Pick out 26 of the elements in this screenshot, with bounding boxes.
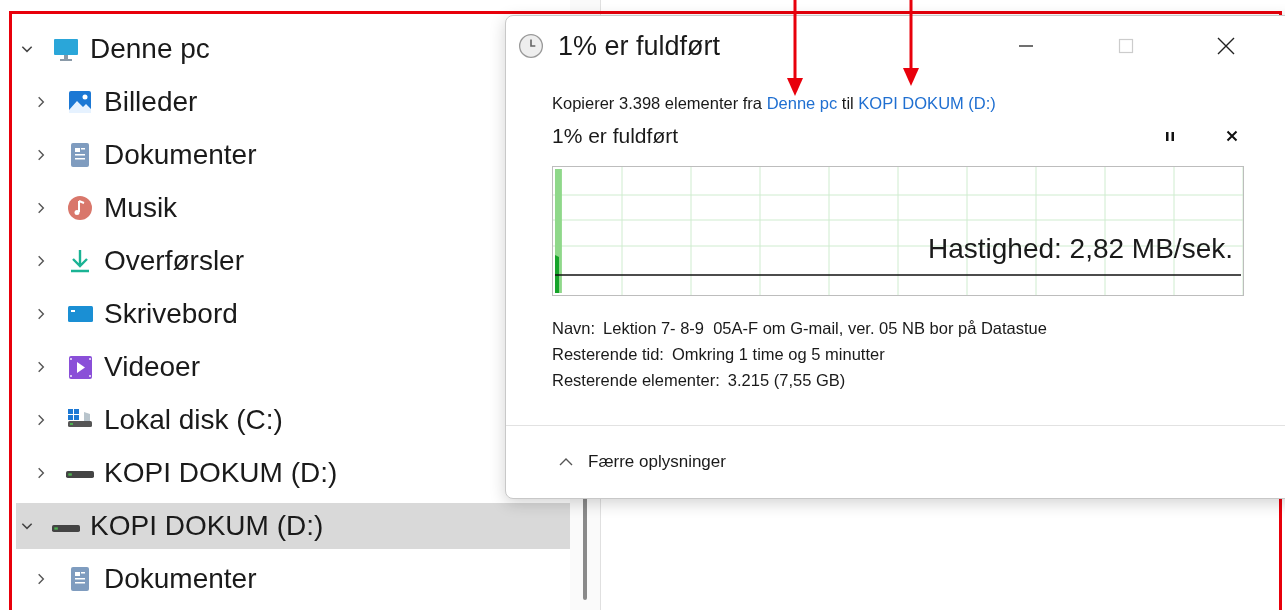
tree-item[interactable]: KOPI DOKUM (D:): [16, 503, 570, 549]
clock-icon: [518, 33, 544, 59]
tree-item[interactable]: Overførsler: [0, 234, 570, 287]
drive-icon: [52, 524, 80, 532]
copy-summary: Kopierer 3.398 elementer fra Denne pc til KOPI DOKUM (D:): [552, 94, 997, 113]
pause-icon: [1163, 129, 1177, 143]
destination-link[interactable]: KOPI DOKUM (D:): [858, 94, 996, 112]
tree-item[interactable]: Dokumenter: [0, 552, 570, 605]
progress-status: 1% er fuldført: [552, 124, 680, 148]
close-icon: [1225, 129, 1239, 143]
music-note-icon: [66, 193, 94, 222]
speed-label: Hastighed: 2,82 MB/sek.: [927, 233, 1233, 265]
window-title: 1% er fuldført: [558, 30, 722, 62]
detail-value: Omkring 1 time og 5 minutter: [671, 344, 885, 365]
tree-item[interactable]: Musik: [0, 181, 570, 234]
detail-label: Navn:: [552, 318, 596, 339]
detail-label: Resterende elementer:: [552, 370, 720, 391]
tree-item[interactable]: Lokal disk (C:): [0, 393, 570, 446]
detail-value: Lektion 7- 8-9 05A-F om G-mail, ver. 05 NB bor på Datastue: [603, 318, 1047, 339]
drive-icon: [66, 471, 94, 478]
minimize-icon: [1019, 45, 1033, 47]
detail-label: Resterende tid:: [552, 344, 664, 365]
close-icon: [1216, 36, 1236, 56]
detail-value: 3.215 (7,55 GB): [727, 370, 846, 391]
maximize-icon: [1116, 36, 1136, 56]
source-link[interactable]: Denne pc: [766, 94, 838, 112]
